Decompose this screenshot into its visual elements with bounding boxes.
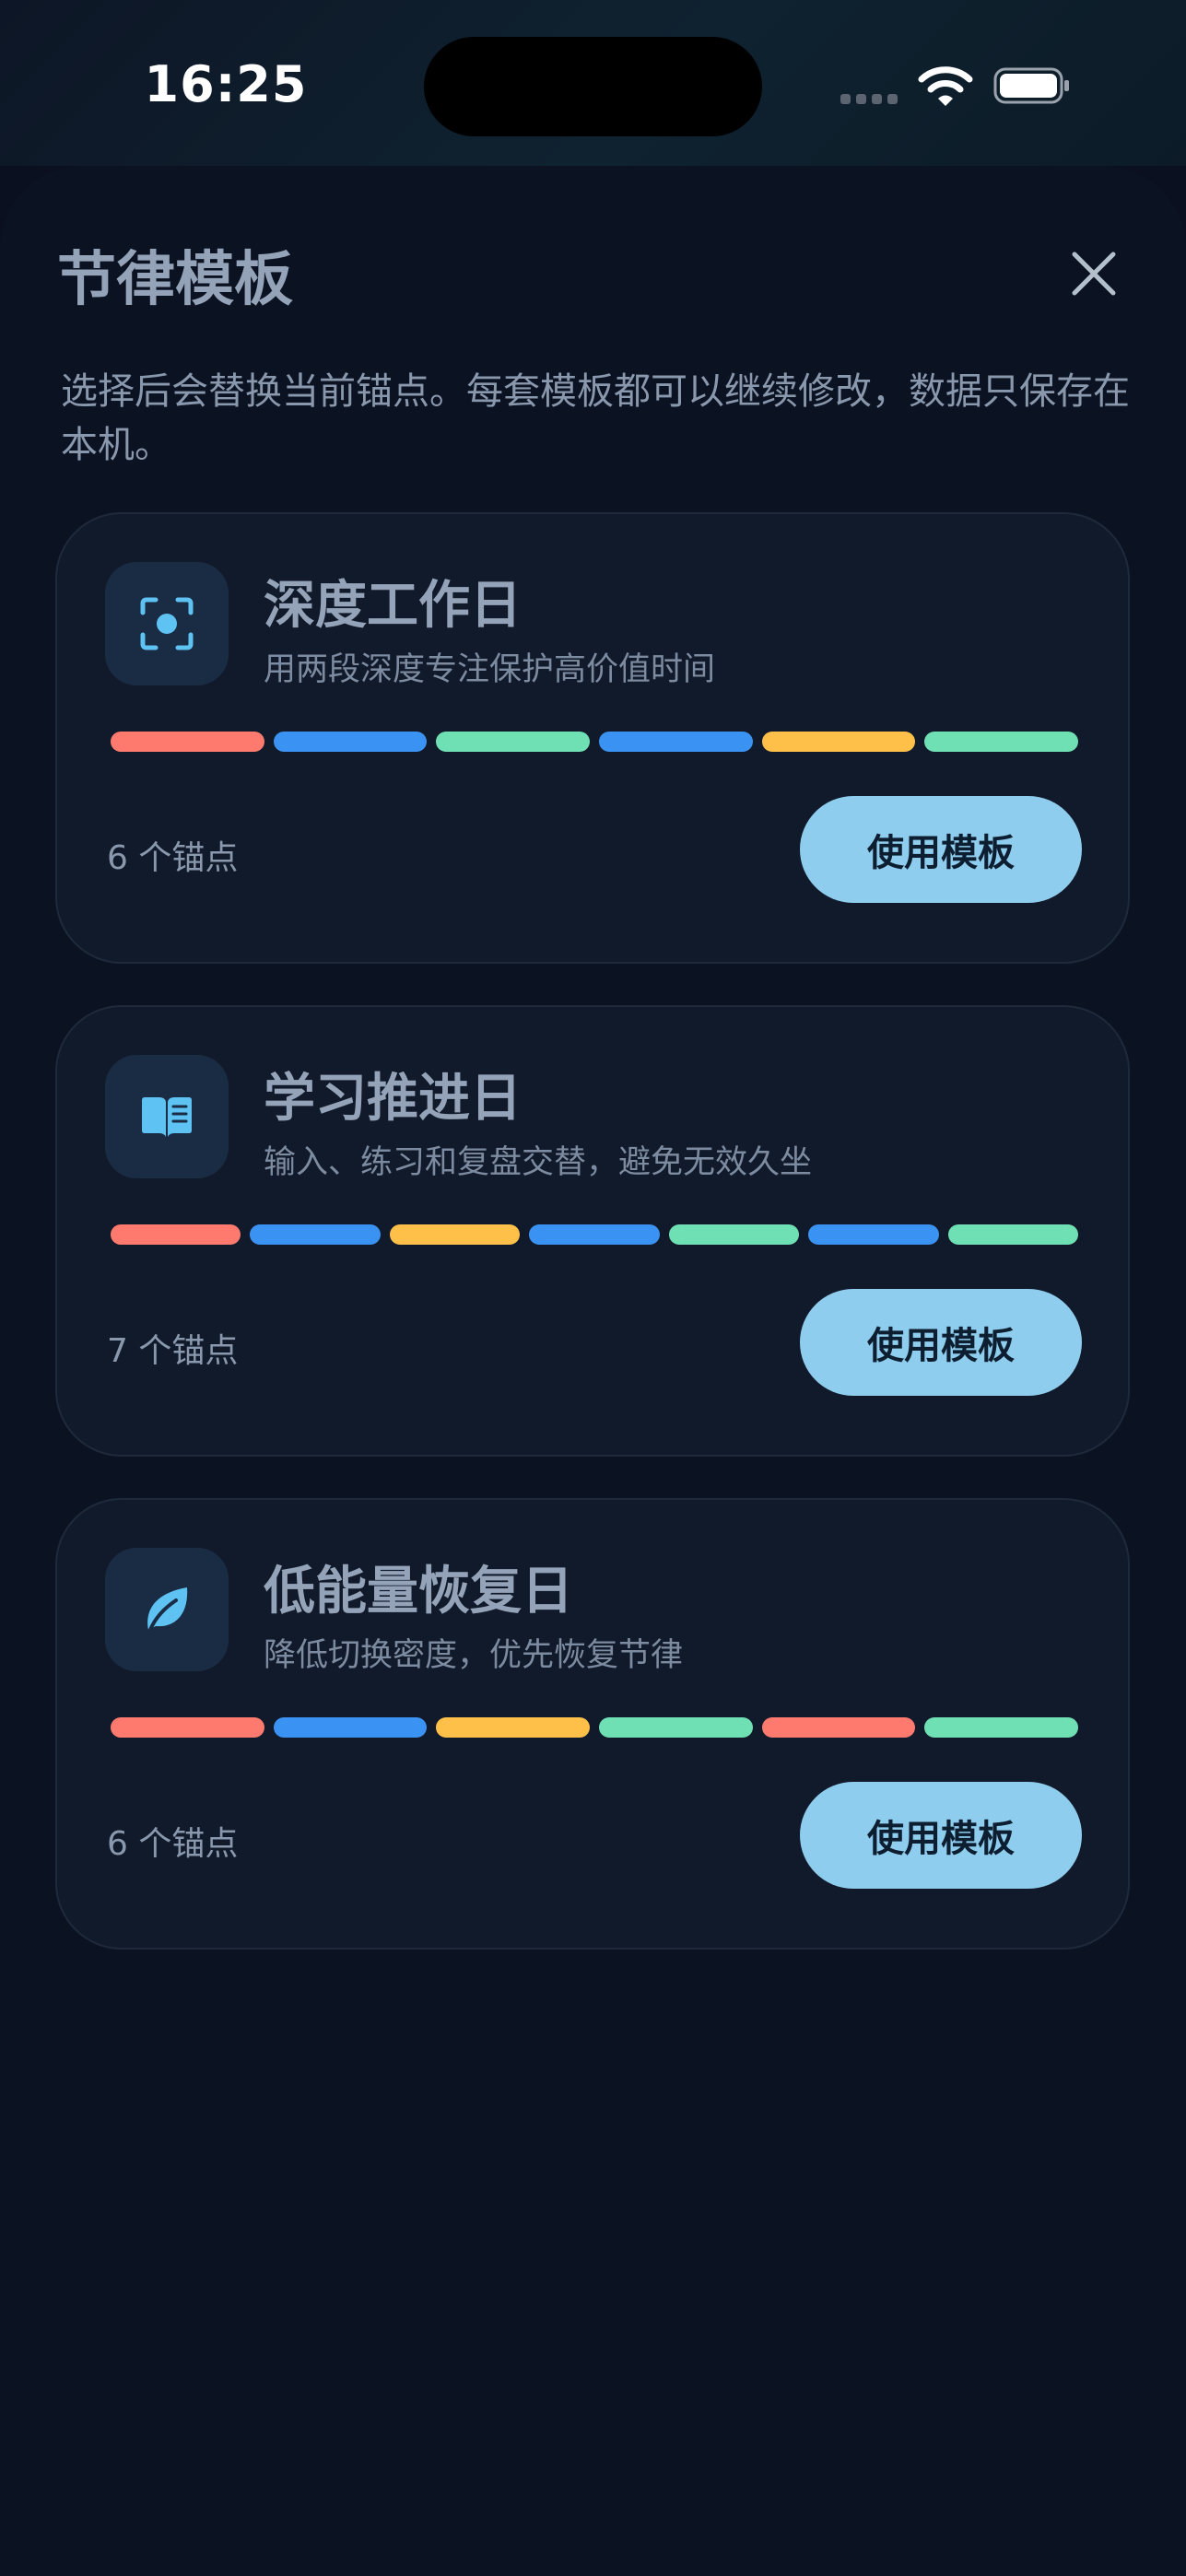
template-description: 用两段深度专注保护高价值时间: [264, 651, 716, 688]
close-icon: [1072, 252, 1116, 296]
anchor-segment: [529, 1224, 660, 1245]
template-description: 降低切换密度，优先恢复节律: [264, 1637, 684, 1674]
template-icon-tile: [105, 1055, 229, 1178]
battery-icon: [993, 67, 1069, 104]
anchor-segment: [947, 1224, 1078, 1245]
template-icon-tile: [105, 1548, 229, 1671]
anchor-segment: [808, 1224, 939, 1245]
anchor-color-bar: [111, 1717, 1079, 1738]
anchor-segment: [761, 732, 916, 752]
anchor-segment: [273, 1717, 428, 1738]
anchor-segment: [111, 732, 264, 752]
anchor-count: 6 个锚点: [107, 839, 239, 877]
template-card-study: 学习推进日 输入、练习和复盘交替，避免无效久坐 7 个锚点 使用模板: [55, 1005, 1130, 1457]
anchor-segment: [924, 732, 1079, 752]
anchor-color-bar: [111, 1224, 1078, 1245]
anchor-segment: [436, 732, 591, 752]
template-title: 深度工作日: [264, 576, 522, 636]
use-template-button[interactable]: 使用模板: [800, 796, 1082, 903]
anchor-segment: [273, 732, 428, 752]
template-card-low-energy: 低能量恢复日 降低切换密度，优先恢复节律 6 个锚点 使用模板: [55, 1498, 1130, 1950]
anchor-segment: [599, 732, 753, 752]
template-icon-tile: [105, 562, 229, 685]
template-description: 输入、练习和复盘交替，避免无效久坐: [264, 1144, 813, 1181]
anchor-segment: [111, 1717, 264, 1738]
anchor-count: 6 个锚点: [107, 1825, 239, 1863]
anchor-segment: [924, 1717, 1079, 1738]
wifi-icon: [918, 66, 973, 106]
close-button[interactable]: [1060, 240, 1128, 308]
status-time: 16:25: [144, 55, 308, 113]
cellular-signal-icon: [840, 94, 898, 104]
anchor-color-bar: [111, 732, 1079, 752]
anchor-count: 7 个锚点: [107, 1332, 239, 1370]
use-template-button[interactable]: 使用模板: [800, 1782, 1082, 1889]
anchor-segment: [111, 1224, 241, 1245]
sheet-title: 节律模板: [57, 246, 293, 314]
template-card-deep-work: 深度工作日 用两段深度专注保护高价值时间 6 个锚点 使用模板: [55, 512, 1130, 964]
book-icon: [142, 1097, 192, 1137]
focus-icon: [140, 597, 194, 650]
anchor-segment: [436, 1717, 591, 1738]
leaf-icon: [147, 1587, 188, 1632]
use-template-button[interactable]: 使用模板: [800, 1289, 1082, 1396]
anchor-segment: [668, 1224, 800, 1245]
sheet-subtitle: 选择后会替换当前锚点。每套模板都可以继续修改，数据只保存在本机。: [61, 370, 1130, 466]
anchor-segment: [599, 1717, 753, 1738]
status-bar: 16:25: [0, 0, 1186, 166]
anchor-segment: [761, 1717, 916, 1738]
anchor-segment: [250, 1224, 381, 1245]
dynamic-island: [424, 37, 762, 136]
template-title: 学习推进日: [264, 1069, 522, 1129]
template-title: 低能量恢复日: [264, 1562, 573, 1622]
anchor-segment: [389, 1224, 521, 1245]
